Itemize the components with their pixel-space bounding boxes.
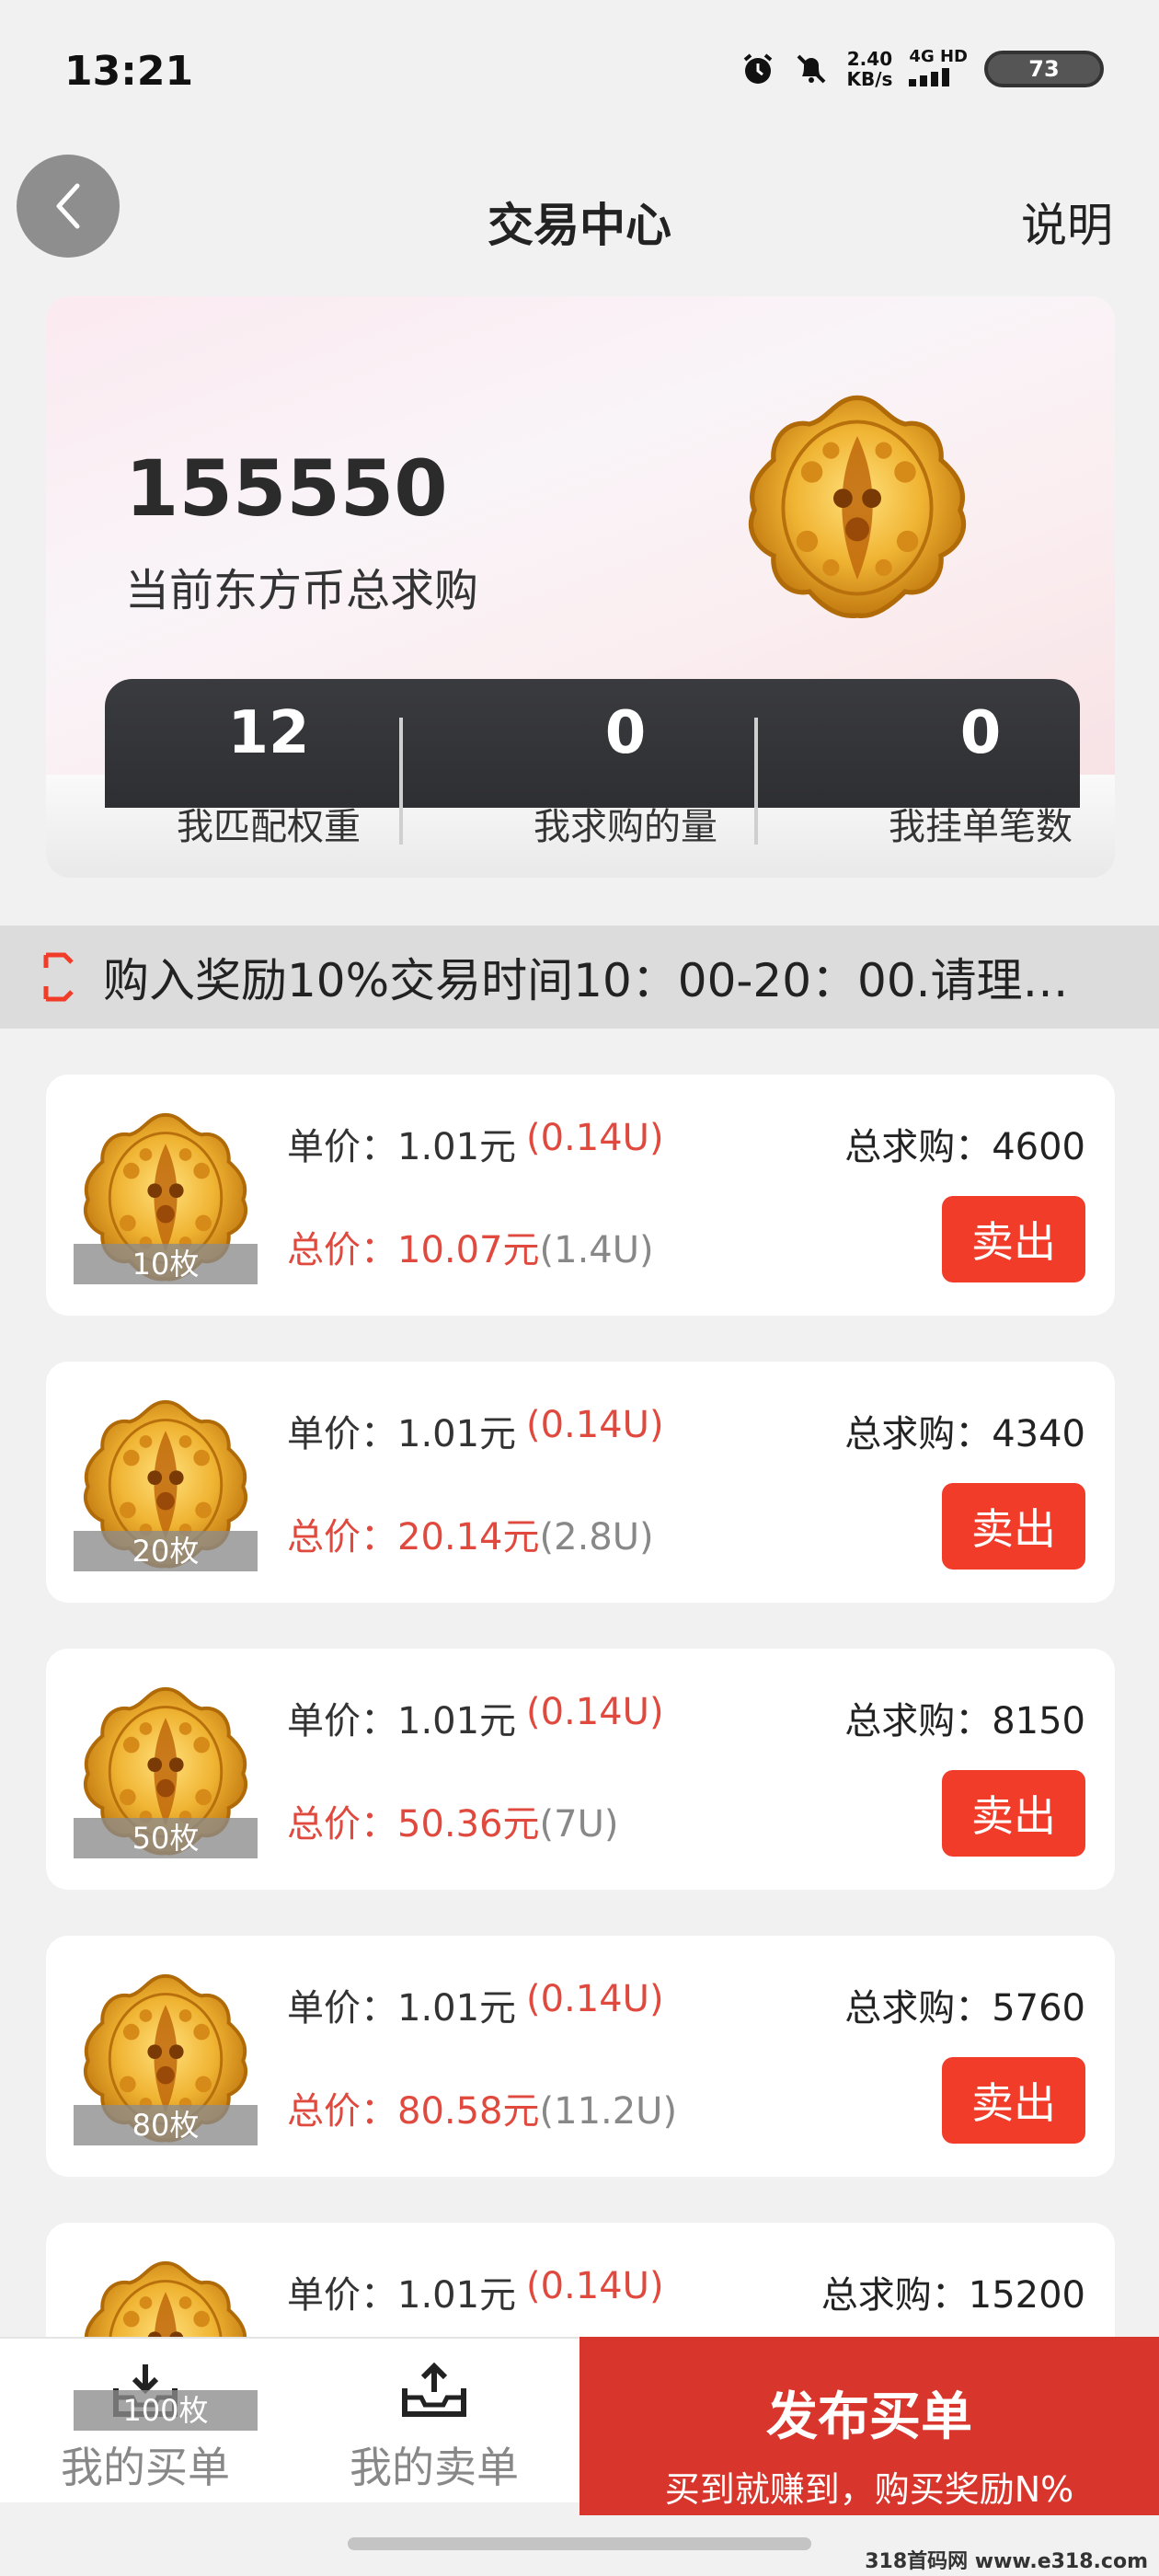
notice-bar[interactable]: 购入奖励10%交易时间10：00-20：00.请理…	[0, 926, 1159, 1029]
stat-divider	[754, 718, 758, 845]
explain-link[interactable]: 说明	[1021, 189, 1113, 255]
publish-buy-order-button[interactable]: 发布买单 买到就赚到，购买奖励N%	[580, 2337, 1159, 2515]
total-price-value: 总价：10.07元	[287, 1229, 540, 1271]
stat-value: 0	[959, 699, 1002, 767]
battery-indicator: 73	[984, 51, 1104, 87]
coin-quantity: 10枚	[74, 1244, 258, 1284]
sell-button[interactable]: 卖出	[942, 1770, 1085, 1857]
total-demand: 总求购：15200	[820, 2274, 1085, 2317]
tab-label: 我的卖单	[350, 2443, 519, 2492]
total-price-value: 总价：80.58元	[287, 2090, 540, 2133]
net-type: 4G HD	[909, 47, 968, 66]
watermark: 318首码网 www.e318.com	[865, 2550, 1148, 2573]
unit-price-usdt: (0.14U)	[526, 1117, 664, 1159]
total-price-value: 总价：20.14元	[287, 1516, 540, 1558]
unit-price-usdt: (0.14U)	[526, 2265, 664, 2307]
sell-button[interactable]: 卖出	[942, 2057, 1085, 2144]
unit-price: 单价：1.01元	[287, 2274, 517, 2317]
unit-price-usdt: (0.14U)	[526, 1691, 664, 1733]
total-price-usdt: (11.2U)	[539, 2090, 678, 2133]
stat-my-orders: 0 我挂单笔数	[824, 692, 1115, 850]
notice-text: 购入奖励10%交易时间10：00-20：00.请理…	[103, 954, 1069, 1007]
total-demand: 总求购：4600	[844, 1126, 1085, 1168]
unit-price-usdt: (0.14U)	[526, 1978, 664, 2020]
total-price: 总价：20.14元(2.8U)	[287, 1507, 654, 1560]
stat-match-weight: 12 我匹配权重	[112, 692, 425, 850]
total-demand: 总求购：8150	[844, 1700, 1085, 1742]
total-price: 总价：50.36元(7U)	[287, 1794, 618, 1847]
announcement-icon	[43, 952, 74, 1002]
signal-icon	[909, 68, 950, 86]
stat-label: 我求购的量	[534, 806, 717, 848]
total-price: 总价：10.07元(1.4U)	[287, 1220, 654, 1273]
unit-price: 单价：1.01元	[287, 1413, 517, 1455]
total-price-usdt: (1.4U)	[539, 1229, 654, 1271]
summary-card: 155550 当前东方币总求购 12 我匹配权重 0 我求购的量 0 我挂单笔数	[46, 296, 1115, 878]
net-speed: 2.40 KB/s	[846, 49, 892, 89]
total-demand: 总求购：4340	[844, 1413, 1085, 1455]
unit-price: 单价：1.01元	[287, 1126, 517, 1168]
publish-title: 发布买单	[766, 2387, 972, 2447]
total-price: 总价：80.58元(11.2U)	[287, 2081, 677, 2134]
total-price-usdt: (2.8U)	[539, 1516, 654, 1558]
status-time: 13:21	[64, 48, 194, 95]
total-demand-value: 155550	[125, 443, 448, 534]
listing-card: 50枚 单价：1.01元 (0.14U) 总价：50.36元(7U) 总求购：8…	[46, 1649, 1115, 1890]
net-speed-value: 2.40	[846, 48, 893, 70]
total-demand-label: 当前东方币总求购	[125, 565, 479, 616]
stat-value: 0	[604, 699, 647, 767]
gold-coin-icon	[738, 388, 977, 627]
total-price-usdt: (7U)	[539, 1803, 619, 1846]
publish-subtitle: 买到就赚到，购买奖励N%	[664, 2469, 1074, 2510]
mute-bell-icon	[798, 54, 826, 84]
stat-divider	[399, 718, 403, 845]
total-demand: 总求购：5760	[844, 1987, 1085, 2030]
stat-value: 12	[227, 699, 310, 767]
coin-quantity: 80枚	[74, 2105, 258, 2145]
page-title: 交易中心	[488, 199, 671, 252]
home-indicator[interactable]	[348, 2537, 811, 2550]
upload-tray-icon	[402, 2362, 466, 2417]
sell-button[interactable]: 卖出	[942, 1196, 1085, 1282]
unit-price-usdt: (0.14U)	[526, 1404, 664, 1446]
coin-quantity: 20枚	[74, 1531, 258, 1571]
net-speed-unit: KB/s	[846, 68, 893, 90]
sell-button[interactable]: 卖出	[942, 1483, 1085, 1570]
coin-quantity: 50枚	[74, 1818, 258, 1858]
stat-my-demand: 0 我求购的量	[469, 692, 782, 850]
status-bar: 13:21 2.40 KB/s 4G HD 73	[0, 0, 1159, 147]
status-indicators: 2.40 KB/s 4G HD 73	[740, 48, 1104, 90]
stat-label: 我匹配权重	[177, 806, 361, 848]
alarm-icon	[744, 53, 773, 84]
listing-card: 20枚 单价：1.01元 (0.14U) 总价：20.14元(2.8U) 总求购…	[46, 1362, 1115, 1603]
stat-label: 我挂单笔数	[889, 806, 1073, 848]
coin-quantity: 100枚	[74, 2390, 258, 2431]
total-price-value: 总价：50.36元	[287, 1803, 540, 1846]
tab-my-sell-orders[interactable]: 我的卖单	[296, 2339, 572, 2504]
unit-price: 单价：1.01元	[287, 1700, 517, 1742]
unit-price: 单价：1.01元	[287, 1987, 517, 2030]
tab-label: 我的买单	[61, 2443, 230, 2492]
net-type-block: 4G HD	[909, 48, 968, 90]
listing-card: 80枚 单价：1.01元 (0.14U) 总价：80.58元(11.2U) 总求…	[46, 1936, 1115, 2177]
listing-card: 10枚 单价：1.01元 (0.14U) 总价：10.07元(1.4U) 总求购…	[46, 1075, 1115, 1316]
